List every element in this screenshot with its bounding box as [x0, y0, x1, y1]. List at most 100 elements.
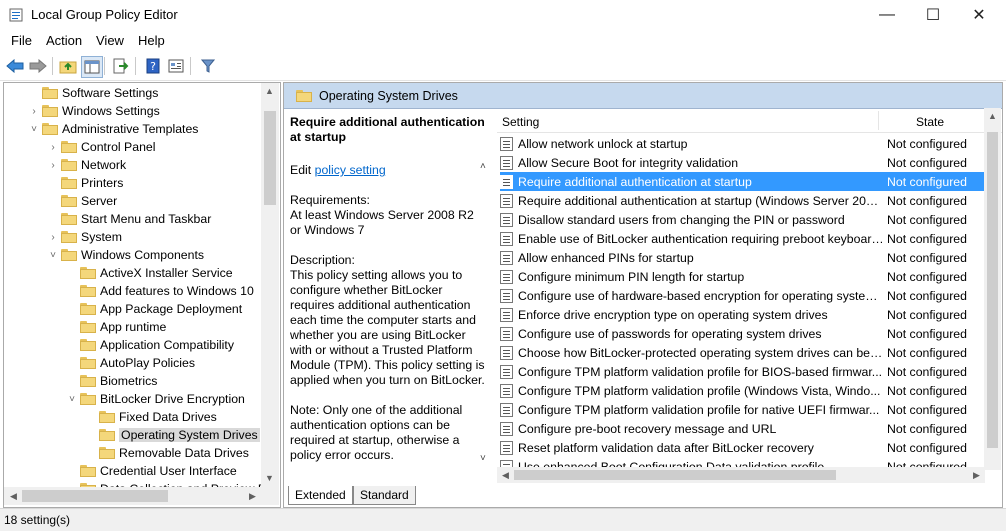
- expand-icon[interactable]: ›: [28, 106, 40, 117]
- policy-row[interactable]: Configure pre-boot recovery message and …: [500, 419, 984, 438]
- tree-item[interactable]: ˅ Windows Components: [47, 246, 204, 264]
- scroll-left-icon[interactable]: ◀: [497, 470, 514, 481]
- policy-row[interactable]: Allow network unlock at startup Not confi…: [500, 134, 984, 153]
- policy-row[interactable]: Require additional authentication at sta…: [500, 172, 984, 191]
- tree-vertical-scrollbar[interactable]: ▲ ▼: [261, 83, 279, 487]
- tree-item[interactable]: App runtime: [66, 318, 166, 336]
- settings-list[interactable]: Setting State Allow network unlock at st…: [497, 108, 1002, 482]
- tab-standard[interactable]: Standard: [353, 486, 416, 505]
- policy-row[interactable]: Configure TPM platform validation profil…: [500, 400, 984, 419]
- menu-file[interactable]: File: [11, 33, 32, 48]
- scrollbar-thumb[interactable]: [264, 111, 276, 205]
- column-header-setting[interactable]: Setting: [502, 115, 539, 129]
- scroll-up-icon[interactable]: ▲: [261, 86, 278, 96]
- tree-item[interactable]: Removable Data Drives: [85, 444, 249, 462]
- collapse-icon[interactable]: ˅: [28, 124, 40, 135]
- tree-item[interactable]: Start Menu and Taskbar: [47, 210, 211, 228]
- list-vertical-scrollbar[interactable]: ▲: [984, 108, 1001, 470]
- tree-item[interactable]: Operating System Drives: [85, 426, 260, 444]
- collapse-icon[interactable]: ˅: [66, 394, 78, 405]
- tree-item[interactable]: › System: [47, 228, 122, 246]
- policy-setting-icon: [500, 326, 513, 341]
- tree-item[interactable]: AutoPlay Policies: [66, 354, 195, 372]
- folder-icon: [80, 339, 96, 351]
- tree-item[interactable]: › Control Panel: [47, 138, 155, 156]
- scroll-right-icon[interactable]: ▶: [244, 491, 261, 502]
- scrollbar-thumb[interactable]: [22, 490, 168, 502]
- tree-item[interactable]: ˅ Administrative Templates: [28, 120, 198, 138]
- collapse-icon[interactable]: ˅: [47, 250, 59, 261]
- column-divider: [878, 111, 879, 130]
- policy-row[interactable]: Reset platform validation data after Bit…: [500, 438, 984, 457]
- title-bar: Local Group Policy Editor — ☐ ✕: [0, 0, 1006, 30]
- tree-item[interactable]: › Network: [47, 156, 126, 174]
- up-level-button[interactable]: [58, 56, 78, 76]
- expand-icon[interactable]: ›: [47, 232, 59, 243]
- policy-row[interactable]: Allow enhanced PINs for startup Not confi…: [500, 248, 984, 267]
- menu-action[interactable]: Action: [46, 33, 82, 48]
- tree-item[interactable]: › Windows Settings: [28, 102, 159, 120]
- tree-item[interactable]: ˅ BitLocker Drive Encryption: [66, 390, 245, 408]
- policy-state: Not configured: [887, 383, 967, 398]
- description-scroll-down-icon[interactable]: ˅: [480, 453, 486, 464]
- folder-icon: [80, 393, 96, 405]
- tree-item[interactable]: Server: [47, 192, 117, 210]
- console-tree[interactable]: Software Settings › Windows Settings ˅ Admin…: [3, 82, 281, 508]
- scroll-down-icon[interactable]: ▼: [261, 473, 278, 483]
- menu-help[interactable]: Help: [138, 33, 165, 48]
- tab-extended[interactable]: Extended: [288, 486, 353, 505]
- close-button[interactable]: ✕: [956, 0, 1002, 30]
- policy-setting-icon: [500, 421, 513, 436]
- tree-item[interactable]: Credential User Interface: [66, 462, 237, 480]
- expand-icon[interactable]: ›: [47, 160, 59, 171]
- scrollbar-thumb[interactable]: [987, 132, 998, 448]
- tree-horizontal-scrollbar[interactable]: ◀ ▶: [4, 487, 279, 505]
- policy-name: Require additional authentication at sta…: [518, 193, 885, 208]
- tree-item[interactable]: Biometrics: [66, 372, 157, 390]
- policy-name: Configure TPM platform validation profil…: [518, 364, 883, 379]
- export-list-button[interactable]: [111, 56, 131, 76]
- scroll-up-icon[interactable]: ▲: [984, 111, 1001, 121]
- tree-item-label: Administrative Templates: [62, 122, 199, 136]
- policy-setting-link[interactable]: policy setting: [315, 163, 386, 177]
- scroll-left-icon[interactable]: ◀: [5, 491, 22, 502]
- policy-row[interactable]: Enable use of BitLocker authentication r…: [500, 229, 984, 248]
- toolbar-separator: [190, 57, 191, 75]
- list-horizontal-scrollbar[interactable]: ◀ ▶: [497, 467, 985, 483]
- tree-item[interactable]: Application Compatibility: [66, 336, 234, 354]
- policy-row[interactable]: Configure minimum PIN length for startup…: [500, 267, 984, 286]
- tree-item[interactable]: Software Settings: [28, 84, 158, 102]
- back-button[interactable]: [5, 56, 25, 76]
- filter-button[interactable]: [198, 56, 218, 76]
- policy-row[interactable]: Configure TPM platform validation profil…: [500, 381, 984, 400]
- menu-view[interactable]: View: [96, 33, 124, 48]
- policy-row[interactable]: Configure use of passwords for operating…: [500, 324, 984, 343]
- policy-row[interactable]: Configure use of hardware-based encrypti…: [500, 286, 984, 305]
- forward-button[interactable]: [28, 56, 48, 76]
- policy-row[interactable]: Choose how BitLocker-protected operating…: [500, 343, 984, 362]
- minimize-button[interactable]: —: [864, 0, 910, 30]
- description-scroll-up-icon[interactable]: ˄: [480, 161, 486, 172]
- policy-row[interactable]: Configure TPM platform validation profil…: [500, 362, 984, 381]
- column-header-state[interactable]: State: [916, 115, 944, 129]
- folder-icon: [61, 195, 77, 207]
- tree-item[interactable]: Printers: [47, 174, 123, 192]
- help-button[interactable]: ?: [143, 56, 163, 76]
- policy-row[interactable]: Enforce drive encryption type on operati…: [500, 305, 984, 324]
- policy-setting-icon: [500, 231, 513, 246]
- policy-row[interactable]: Require additional authentication at sta…: [500, 191, 984, 210]
- tree-item[interactable]: App Package Deployment: [66, 300, 242, 318]
- policy-row[interactable]: Allow Secure Boot for integrity validati…: [500, 153, 984, 172]
- policy-state: Not configured: [887, 402, 967, 417]
- policy-state: Not configured: [887, 326, 967, 341]
- policy-row[interactable]: Disallow standard users from changing th…: [500, 210, 984, 229]
- expand-icon[interactable]: ›: [47, 142, 59, 153]
- scrollbar-thumb[interactable]: [514, 470, 836, 480]
- scroll-right-icon[interactable]: ▶: [968, 470, 985, 481]
- tree-item[interactable]: Fixed Data Drives: [85, 408, 217, 426]
- maximize-button[interactable]: ☐: [910, 0, 956, 30]
- tree-item[interactable]: ActiveX Installer Service: [66, 264, 233, 282]
- properties-button[interactable]: [166, 56, 186, 76]
- show-hide-tree-button[interactable]: [81, 56, 103, 78]
- tree-item[interactable]: Add features to Windows 10: [66, 282, 254, 300]
